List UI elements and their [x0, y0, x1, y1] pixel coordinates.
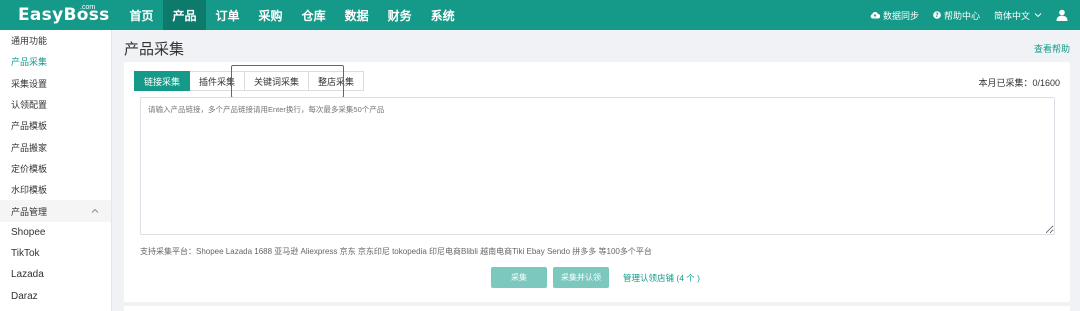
help-center-label: 帮助中心 [943, 10, 980, 21]
collect-tabs: 链接采集 插件采集 关键词采集 整店采集 [134, 71, 365, 91]
help-circle-icon: ? [933, 11, 941, 19]
tab-plugin-collect[interactable]: 插件采集 [190, 71, 246, 91]
sidebar-item-daraz[interactable]: Daraz [0, 286, 111, 307]
page-title: 产品采集 [124, 41, 185, 58]
chevron-down-icon [1034, 13, 1042, 18]
nav-product[interactable]: 产品 [163, 0, 207, 30]
sidebar-item-product-template[interactable]: 产品模板 [0, 115, 111, 136]
collect-panel: 链接采集 插件采集 关键词采集 整店采集 本月已采集：0/1600 支持采集平台… [124, 62, 1070, 302]
data-sync-label: 数据同步 [882, 10, 919, 21]
sidebar-item-pricing-template[interactable]: 定价模板 [0, 158, 111, 179]
sidebar: 通用功能 产品采集 采集设置 认领配置 产品模板 产品搬家 定价模板 水印模板 … [0, 30, 112, 311]
supported-platforms-text: 支持采集平台：Shopee Lazada 1688 亚马逊 Aliexpress… [140, 247, 652, 256]
sidebar-item-claim-config[interactable]: 认领配置 [0, 94, 111, 115]
sidebar-group-label: 产品管理 [11, 206, 48, 217]
logo-suffix: .com [80, 4, 96, 11]
nav-system[interactable]: 系统 [421, 0, 464, 30]
collect-and-claim-button[interactable]: 采集并认领 [553, 267, 609, 288]
user-icon[interactable] [1056, 9, 1068, 21]
sidebar-item-product-move[interactable]: 产品搬家 [0, 136, 111, 157]
view-help-link[interactable]: 查看帮助 [1034, 42, 1070, 55]
manage-claim-stores-link[interactable]: 管理认领店铺 (4 个 ) [623, 272, 700, 284]
nav-purchase[interactable]: 采购 [249, 0, 292, 30]
chevron-up-icon [91, 208, 99, 213]
language-select[interactable]: 简体中文 [994, 9, 1042, 22]
logo-text: EasyBoss [18, 5, 110, 25]
monthly-collect-count: 本月已采集：0/1600 [978, 78, 1060, 88]
lower-panel [124, 306, 1070, 311]
nav-orders[interactable]: 订单 [206, 0, 249, 30]
cloud-icon [870, 12, 880, 19]
svg-text:?: ? [935, 12, 939, 19]
logo[interactable]: EasyBoss .com [0, 0, 112, 30]
collect-button[interactable]: 采集 [491, 267, 547, 288]
sidebar-item-tiktok[interactable]: TikTok [0, 243, 111, 264]
sidebar-item-watermark-template[interactable]: 水印模板 [0, 179, 111, 200]
top-right-actions: 数据同步 ? 帮助中心 简体中文 [870, 0, 1080, 30]
sidebar-item-general[interactable]: 通用功能 [0, 30, 111, 51]
sidebar-group-product-management[interactable]: 产品管理 [0, 200, 111, 222]
sidebar-item-product-collect[interactable]: 产品采集 [0, 51, 111, 72]
nav-data[interactable]: 数据 [335, 0, 378, 30]
main-nav: 首页 产品 订单 采购 仓库 数据 财务 系统 [120, 0, 464, 30]
top-navbar: EasyBoss .com 首页 产品 订单 采购 仓库 数据 财务 系统 数据… [0, 0, 1080, 30]
tab-link-collect[interactable]: 链接采集 [134, 71, 191, 91]
tab-keyword-collect[interactable]: 关键词采集 [245, 71, 310, 91]
nav-finance[interactable]: 财务 [378, 0, 421, 30]
nav-warehouse[interactable]: 仓库 [292, 0, 335, 30]
sidebar-item-lazada[interactable]: Lazada [0, 264, 111, 285]
data-sync-button[interactable]: 数据同步 [870, 9, 919, 22]
sidebar-item-shopee[interactable]: Shopee [0, 222, 111, 243]
tab-store-collect[interactable]: 整店采集 [309, 71, 365, 91]
sidebar-item-collect-settings[interactable]: 采集设置 [0, 73, 111, 94]
product-link-input[interactable] [140, 97, 1055, 235]
nav-home[interactable]: 首页 [120, 0, 163, 30]
help-center-button[interactable]: ? 帮助中心 [933, 9, 980, 22]
language-label: 简体中文 [993, 10, 1030, 21]
